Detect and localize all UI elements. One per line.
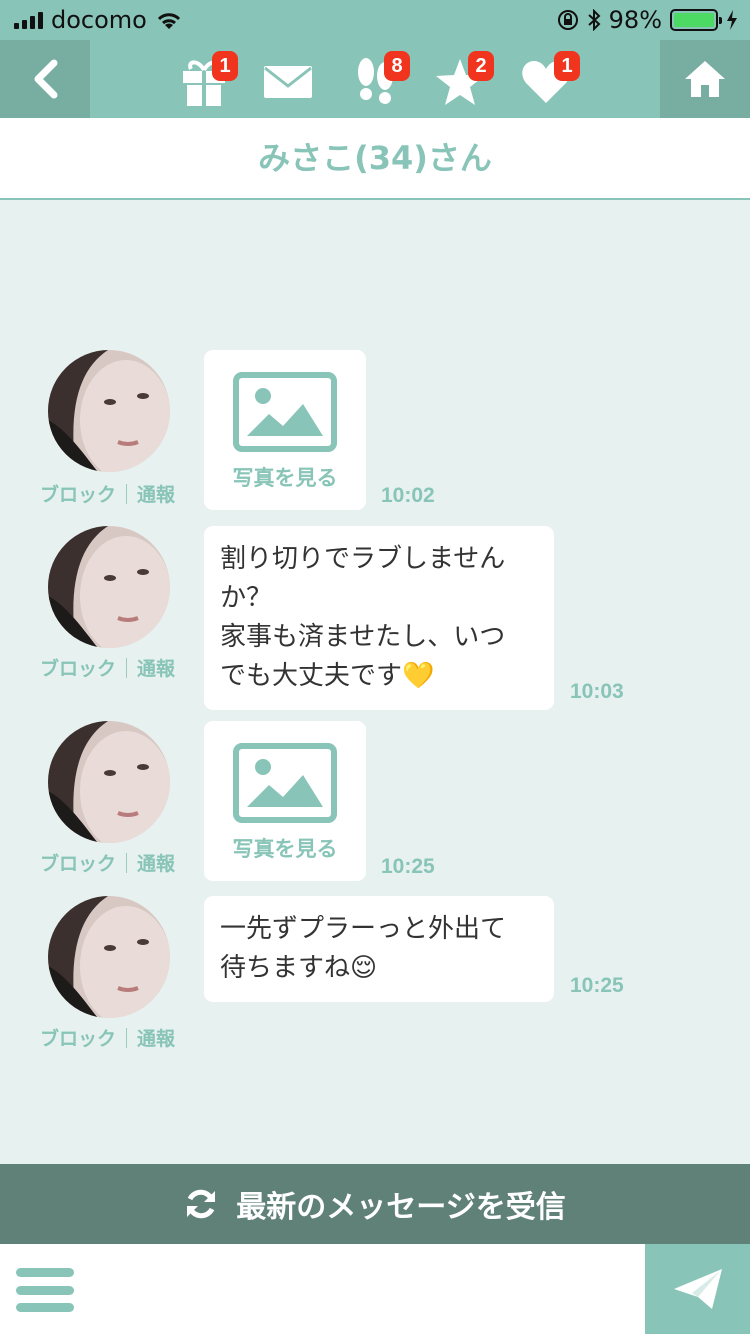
block-link[interactable]: ブロック <box>40 654 116 681</box>
status-bar: docomo 13:12 98% <box>0 0 750 40</box>
nav-footprint-button[interactable]: 8 <box>346 51 410 110</box>
message-time: 10:25 <box>381 855 435 878</box>
mail-icon <box>264 66 312 98</box>
battery-icon <box>670 9 722 31</box>
photo-caption: 写真を見る <box>232 466 338 490</box>
image-icon <box>233 743 337 823</box>
image-icon <box>233 372 337 452</box>
message-time: 10:03 <box>570 680 624 703</box>
avatar-actions: ブロック 通報 <box>40 849 175 876</box>
avatar[interactable] <box>48 526 170 648</box>
bluetooth-icon <box>587 9 601 31</box>
avatar[interactable] <box>48 721 170 843</box>
star-badge: 2 <box>468 51 494 81</box>
home-icon <box>685 61 725 97</box>
refresh-messages-button[interactable]: 最新のメッセージを受信 <box>0 1164 750 1244</box>
message-input[interactable] <box>96 1254 626 1324</box>
avatar[interactable] <box>48 350 170 472</box>
top-nav: 1 8 2 1 <box>0 40 750 118</box>
refresh-label: 最新のメッセージを受信 <box>236 1190 566 1225</box>
heart-badge: 1 <box>554 51 580 81</box>
avatar-actions: ブロック 通報 <box>40 1024 175 1051</box>
message-bubble: 割り切りでラブしません か？ 家事も済ませたし、いつ でも大丈夫です💛 <box>204 526 554 710</box>
charging-icon <box>727 10 737 30</box>
photo-bubble[interactable]: 写真を見る <box>204 721 366 881</box>
block-link[interactable]: ブロック <box>40 849 116 876</box>
message-time: 10:25 <box>570 974 624 997</box>
battery-percent: 98% <box>608 6 662 34</box>
message-line: でも大丈夫です💛 <box>220 661 435 691</box>
send-button[interactable] <box>645 1244 750 1334</box>
message-time: 10:02 <box>381 484 435 507</box>
block-link[interactable]: ブロック <box>40 1024 116 1051</box>
chevron-left-icon <box>34 59 58 99</box>
avatar-actions: ブロック 通報 <box>40 480 175 507</box>
message-input-bar <box>0 1244 750 1334</box>
send-icon <box>673 1269 722 1309</box>
photo-caption: 写真を見る <box>232 837 338 861</box>
message-line: 家事も済ませたし、いつ <box>220 622 506 652</box>
nav-star-button[interactable]: 2 <box>430 51 494 110</box>
page-title: みさこ(34)さん <box>0 118 750 200</box>
block-link[interactable]: ブロック <box>40 480 116 507</box>
back-button[interactable] <box>0 40 90 118</box>
refresh-icon <box>187 1189 216 1219</box>
report-link[interactable]: 通報 <box>137 1024 175 1051</box>
avatar[interactable] <box>48 896 170 1018</box>
nav-gift-button[interactable]: 1 <box>174 51 238 110</box>
menu-button[interactable] <box>16 1268 74 1312</box>
footprint-badge: 8 <box>384 51 410 81</box>
report-link[interactable]: 通報 <box>137 849 175 876</box>
nav-mail-button[interactable] <box>258 54 318 110</box>
message-line: か？ <box>220 583 273 613</box>
avatar-actions: ブロック 通報 <box>40 654 175 681</box>
message-line: 割り切りでラブしません <box>220 544 506 574</box>
photo-bubble[interactable]: 写真を見る <box>204 350 366 510</box>
nav-heart-button[interactable]: 1 <box>516 51 580 110</box>
home-button[interactable] <box>660 40 750 118</box>
report-link[interactable]: 通報 <box>137 480 175 507</box>
orientation-lock-icon <box>557 10 578 30</box>
message-line: 一先ずプラーっと外出て <box>220 914 507 944</box>
gift-badge: 1 <box>212 51 238 81</box>
message-line: 待ちますね😌 <box>220 953 378 983</box>
report-link[interactable]: 通報 <box>137 654 175 681</box>
message-bubble: 一先ずプラーっと外出て 待ちますね😌 <box>204 896 554 1002</box>
